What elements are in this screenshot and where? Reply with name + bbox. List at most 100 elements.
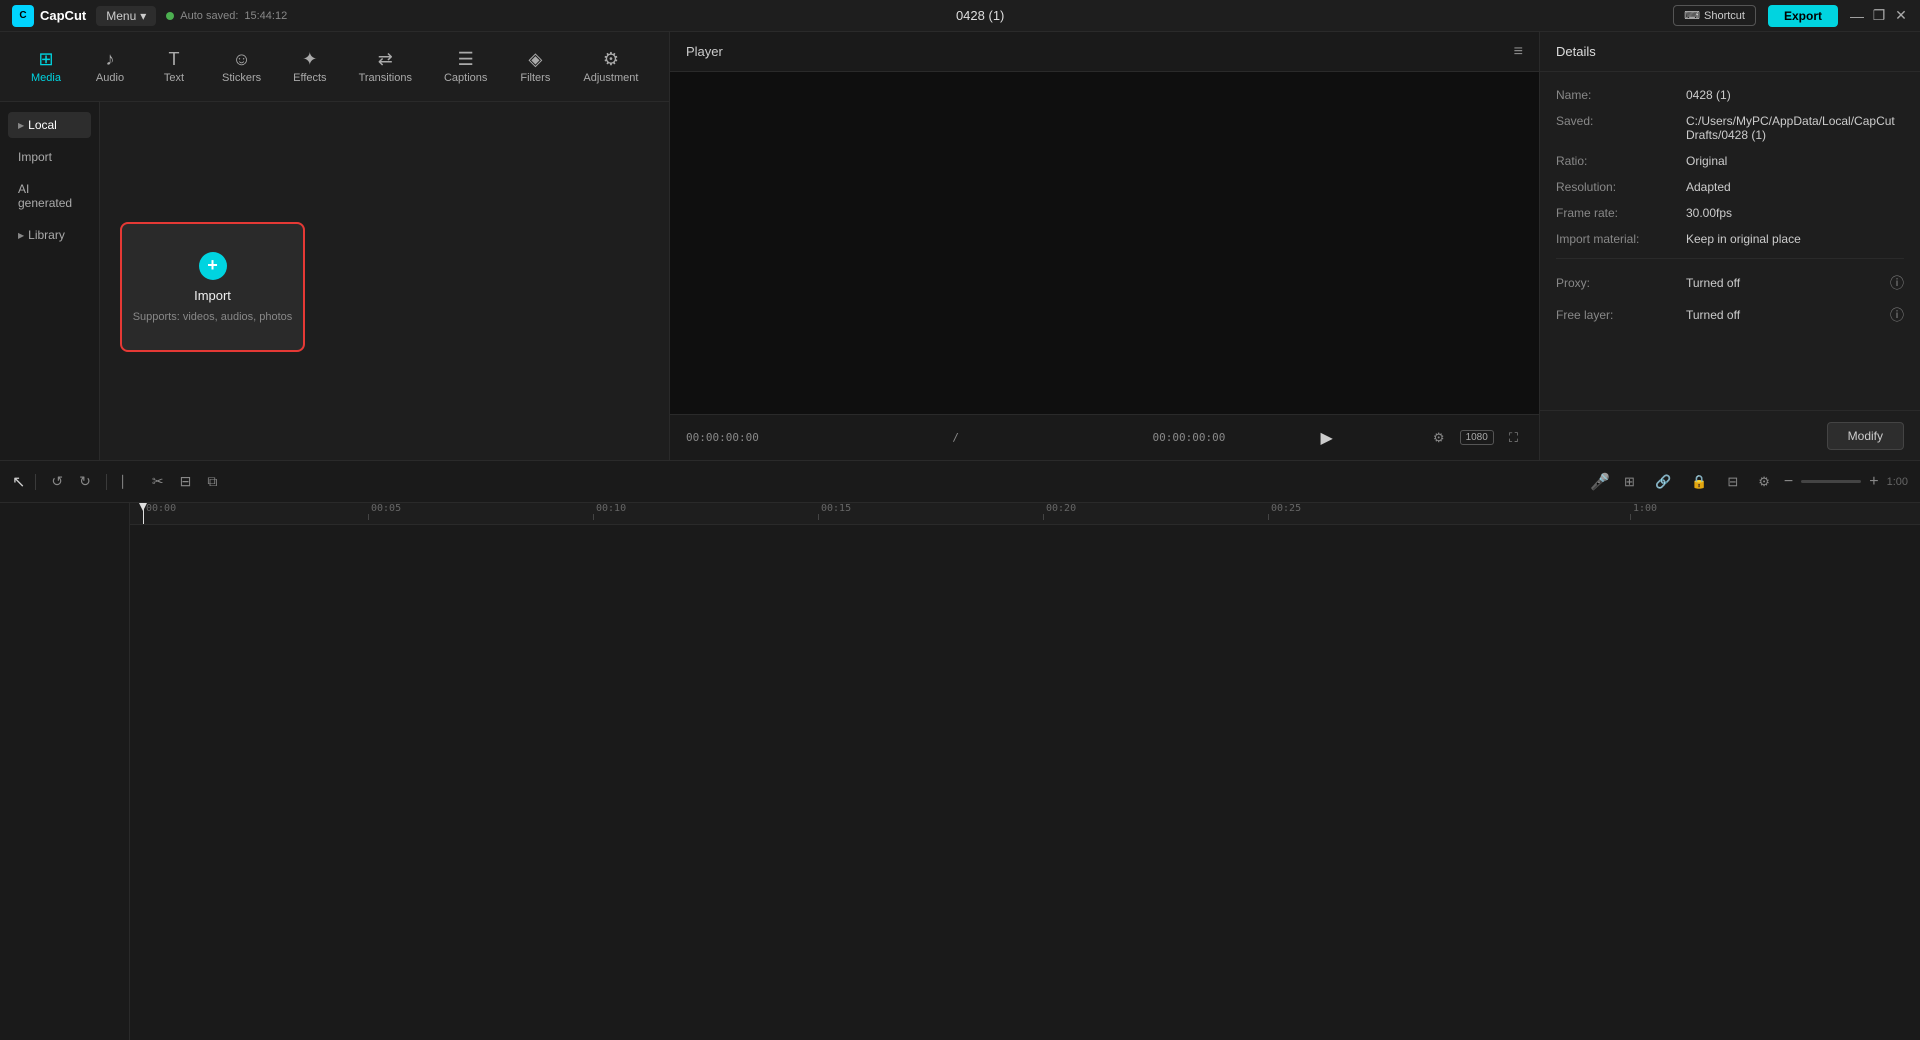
detail-separator (1556, 258, 1904, 259)
modify-button[interactable]: Modify (1827, 422, 1904, 450)
filters-icon: ◈ (528, 50, 542, 68)
duplicate-button[interactable]: ⧉ (202, 470, 222, 493)
sidebar-item-library[interactable]: ▶ Library (8, 222, 91, 248)
tool-media[interactable]: ⊞ Media (16, 44, 76, 90)
text-icon: T (169, 50, 180, 68)
detail-import-key: Import material: (1556, 232, 1686, 246)
details-footer: Modify (1540, 410, 1920, 460)
main-area: ⊞ Media ♪ Audio T Text ☺ Stickers ✦ Effe… (0, 32, 1920, 460)
detail-proxy: Proxy: Turned off ⓘ (1556, 273, 1904, 293)
timeline-track-labels (0, 503, 130, 1040)
detail-ratio-key: Ratio: (1556, 154, 1686, 168)
tool-filters[interactable]: ◈ Filters (505, 44, 565, 90)
zoom-in-button[interactable]: + (1869, 473, 1878, 491)
player-settings-button[interactable]: ⚙ (1428, 428, 1450, 448)
magnet-button[interactable]: ⊞ (1618, 471, 1641, 493)
details-title: Details (1556, 44, 1596, 59)
link-button[interactable]: 🔗 (1649, 471, 1677, 493)
auto-saved-time: 15:44:12 (244, 10, 287, 22)
shortcut-button[interactable]: ⌨ Shortcut (1673, 5, 1756, 26)
detail-free-layer: Free layer: Turned off ⓘ (1556, 305, 1904, 325)
import-sublabel: Supports: videos, audios, photos (133, 311, 293, 323)
import-plus-icon: + (199, 252, 227, 280)
delete-button[interactable]: ⊟ (175, 470, 197, 493)
tool-effects-label: Effects (293, 72, 326, 84)
tl-separator-2 (106, 474, 107, 490)
menu-button[interactable]: Menu ▾ (96, 6, 156, 26)
export-button[interactable]: Export (1768, 5, 1838, 27)
split-button[interactable]: ⎸ (117, 470, 141, 493)
auto-saved-indicator: Auto saved: 15:44:12 (166, 10, 287, 22)
tool-stickers-label: Stickers (222, 72, 261, 84)
tool-captions[interactable]: ☰ Captions (430, 44, 501, 90)
logo-text: CapCut (40, 8, 86, 23)
cursor-tool-button[interactable]: ↖ (12, 472, 25, 492)
details-header: Details (1540, 32, 1920, 72)
detail-saved-key: Saved: (1556, 114, 1686, 128)
player-menu-icon[interactable]: ≡ (1514, 43, 1523, 61)
tool-effects[interactable]: ✦ Effects (279, 44, 340, 90)
import-label: Import (194, 288, 231, 303)
player-viewport (670, 72, 1539, 414)
tool-audio[interactable]: ♪ Audio (80, 44, 140, 90)
close-button[interactable]: ✕ (1894, 9, 1908, 23)
media-icon: ⊞ (38, 50, 53, 68)
import-box[interactable]: + Import Supports: videos, audios, photo… (120, 222, 305, 352)
detail-proxy-key: Proxy: (1556, 276, 1686, 290)
player-right-controls: ⚙ 1080 ⛶ (1428, 428, 1523, 448)
zoom-slider[interactable] (1801, 480, 1861, 483)
time-current: 00:00:00:00 (686, 431, 759, 444)
ruler-tick-6: 1:00 (1630, 503, 1657, 520)
ruler-tick-2: 00:10 (593, 503, 626, 520)
sidebar-item-ai-generated[interactable]: AI generated (8, 176, 91, 216)
detail-import-val: Keep in original place (1686, 232, 1904, 246)
grid-button[interactable]: ⊟ (1721, 471, 1744, 493)
ruler-line-1 (368, 514, 369, 520)
tool-adjustment-label: Adjustment (583, 72, 638, 84)
detail-name: Name: 0428 (1) (1556, 88, 1904, 102)
detail-freelayer-val: Turned off (1686, 308, 1890, 322)
sidebar-item-local[interactable]: ▶ Local (8, 112, 91, 138)
top-bar: C CapCut Menu ▾ Auto saved: 15:44:12 042… (0, 0, 1920, 32)
ruler-tick-1: 00:05 (368, 503, 401, 520)
maximize-button[interactable]: ❐ (1872, 9, 1886, 23)
zoom-out-button[interactable]: − (1784, 473, 1793, 491)
sidebar-item-import[interactable]: Import (8, 144, 91, 170)
tool-adjustment[interactable]: ⚙ Adjustment (569, 44, 652, 90)
proxy-toggle-icon[interactable]: ⓘ (1890, 273, 1904, 293)
redo-button[interactable]: ↻ (74, 470, 96, 493)
effects-icon: ✦ (302, 50, 317, 68)
trim-button[interactable]: ✂ (147, 470, 169, 493)
detail-freelayer-key: Free layer: (1556, 308, 1686, 322)
timeline-settings-button[interactable]: ⚙ (1752, 471, 1776, 493)
detail-resolution-val: Adapted (1686, 180, 1904, 194)
detail-resolution: Resolution: Adapted (1556, 180, 1904, 194)
tool-stickers[interactable]: ☺ Stickers (208, 44, 275, 90)
time-separator: / (952, 431, 959, 444)
tool-transitions[interactable]: ⇄ Transitions (345, 44, 426, 90)
detail-resolution-key: Resolution: (1556, 180, 1686, 194)
timeline-toolbar: ↖ ↺ ↻ ⎸ ✂ ⊟ ⧉ 🎤 ⊞ 🔗 🔒 ⊟ ⚙ − + 1:00 (0, 461, 1920, 503)
tool-text-label: Text (164, 72, 184, 84)
time-total: 00:00:00:00 (1153, 431, 1226, 444)
tl-separator-1 (35, 474, 36, 490)
tool-captions-label: Captions (444, 72, 487, 84)
tool-filters-label: Filters (520, 72, 550, 84)
detail-name-val: 0428 (1) (1686, 88, 1904, 102)
detail-name-key: Name: (1556, 88, 1686, 102)
tool-text[interactable]: T Text (144, 44, 204, 90)
lock-button[interactable]: 🔒 (1685, 471, 1713, 493)
fullscreen-button[interactable]: ⛶ (1504, 428, 1523, 448)
freelayer-toggle-icon[interactable]: ⓘ (1890, 305, 1904, 325)
player-controls: 00:00:00:00 / 00:00:00:00 ▶ ⚙ 1080 ⛶ (670, 414, 1539, 460)
timeline-area: ↖ ↺ ↻ ⎸ ✂ ⊟ ⧉ 🎤 ⊞ 🔗 🔒 ⊟ ⚙ − + 1:00 (0, 460, 1920, 1040)
timeline-content: 00:00 00:05 00:10 00:15 00:20 (130, 503, 1920, 1040)
play-button[interactable]: ▶ (1321, 428, 1333, 448)
mic-button[interactable]: 🎤 (1590, 472, 1610, 492)
content-area: ▶ Local Import AI generated ▶ Library + (0, 102, 669, 460)
minimize-button[interactable]: — (1850, 9, 1864, 23)
transitions-icon: ⇄ (378, 50, 393, 68)
ruler-line-4 (1043, 514, 1044, 520)
undo-button[interactable]: ↺ (46, 470, 68, 493)
ruler-line-6 (1630, 514, 1631, 520)
